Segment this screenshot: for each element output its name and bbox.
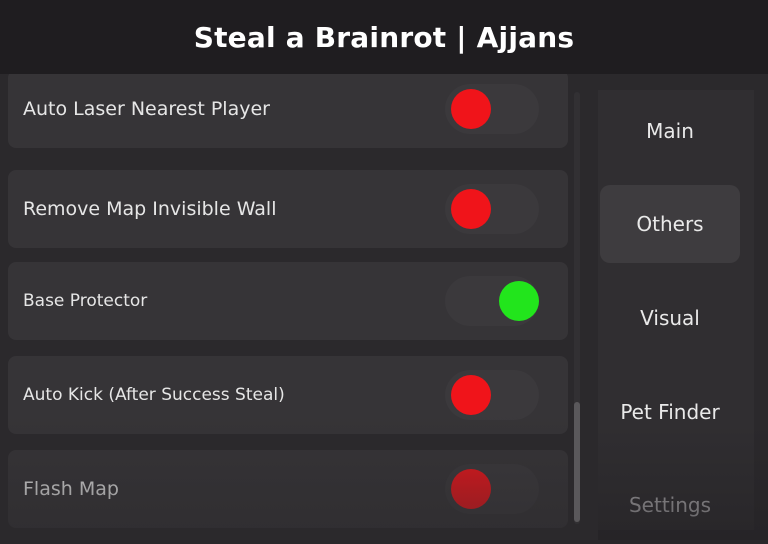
feature-list[interactable]: Auto Laser Nearest Player Remove Map Inv…: [0, 74, 580, 540]
feature-row-base-protector: Base Protector: [8, 262, 568, 340]
feature-row-flash-map: Flash Map: [8, 450, 568, 528]
feature-label: Remove Map Invisible Wall: [23, 198, 277, 220]
tab-settings[interactable]: Settings: [600, 466, 740, 544]
tab-others[interactable]: Others: [600, 185, 740, 263]
tab-main[interactable]: Main: [600, 92, 740, 170]
feature-label: Auto Laser Nearest Player: [23, 98, 270, 120]
scrollbar-track[interactable]: [574, 92, 580, 524]
toggle-knob-off: [451, 375, 491, 415]
toggle-auto-laser[interactable]: [445, 84, 539, 134]
tab-sidebar: Main Others Visual Pet Finder Settings: [598, 90, 754, 530]
toggle-flash-map[interactable]: [445, 464, 539, 514]
toggle-knob-off: [451, 469, 491, 509]
tab-pet-finder[interactable]: Pet Finder: [600, 373, 740, 451]
feature-row-auto-laser: Auto Laser Nearest Player: [8, 74, 568, 148]
feature-row-auto-kick: Auto Kick (After Success Steal): [8, 356, 568, 434]
scrollbar-thumb[interactable]: [574, 402, 580, 522]
toggle-auto-kick[interactable]: [445, 370, 539, 420]
toggle-remove-wall[interactable]: [445, 184, 539, 234]
feature-label: Flash Map: [23, 478, 119, 500]
feature-row-remove-wall: Remove Map Invisible Wall: [8, 170, 568, 248]
toggle-knob-off: [451, 89, 491, 129]
tab-visual[interactable]: Visual: [600, 279, 740, 357]
feature-label: Base Protector: [23, 291, 148, 311]
toggle-knob-off: [451, 189, 491, 229]
toggle-base-protector[interactable]: [445, 276, 539, 326]
main-panel: Auto Laser Nearest Player Remove Map Inv…: [0, 74, 768, 540]
feature-label: Auto Kick (After Success Steal): [23, 385, 285, 405]
window-title: Steal a Brainrot | Ajjans: [0, 0, 768, 74]
toggle-knob-on: [499, 281, 539, 321]
